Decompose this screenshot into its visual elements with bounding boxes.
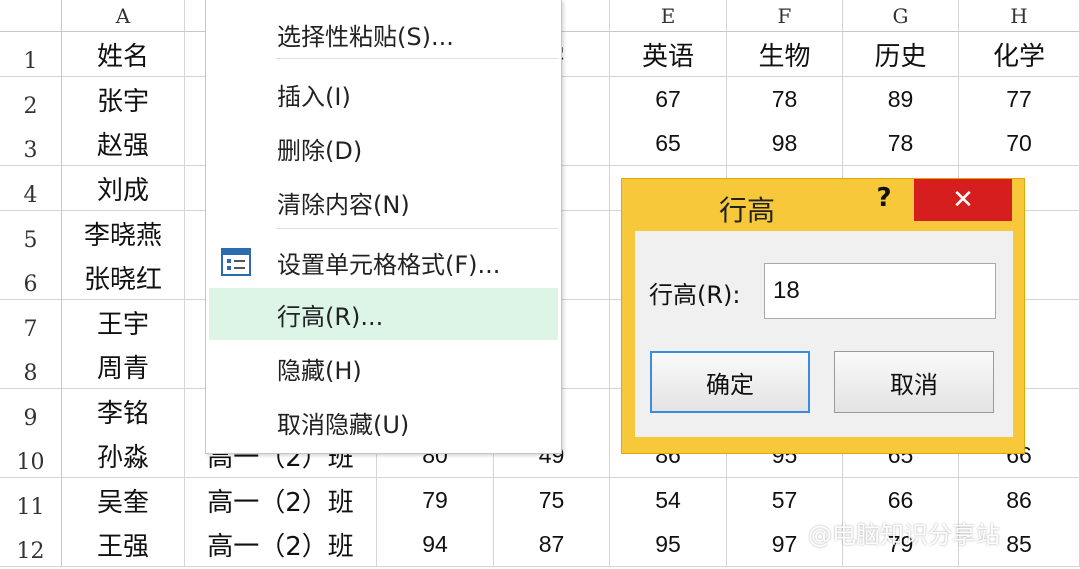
cell-a11[interactable]: 吴奎 [62, 478, 185, 523]
cell-a7[interactable]: 王宇 [62, 300, 185, 345]
menu-item-label: 隐藏(H) [277, 356, 362, 385]
cell-e2[interactable]: 67 [610, 77, 727, 122]
cell-b11[interactable]: 高一（2）班 [185, 478, 377, 523]
row-header-5[interactable]: 5 [0, 211, 62, 256]
menu-separator [276, 228, 558, 229]
menu-item-format-cells[interactable]: 设置单元格格式(F)... [209, 236, 558, 288]
cell-e11[interactable]: 54 [610, 478, 727, 523]
column-header-f[interactable]: F [727, 0, 843, 32]
row-header-6[interactable]: 6 [0, 255, 62, 300]
cell-c12[interactable]: 94 [377, 522, 494, 567]
cell-g1[interactable]: 历史 [843, 32, 959, 77]
cell-d11[interactable]: 75 [494, 478, 610, 523]
context-menu: 选择性粘贴(S)... 插入(I) 删除(D) 清除内容(N) 设置单元格格式(F)..… [205, 0, 562, 454]
cell-h3[interactable]: 70 [959, 121, 1080, 166]
cell-a8[interactable]: 周青 [62, 344, 185, 389]
cell-f2[interactable]: 78 [727, 77, 843, 122]
menu-item-label: 取消隐藏(U) [277, 410, 410, 439]
row-header-11[interactable]: 11 [0, 478, 62, 523]
row-height-dialog: 行高 ? ✕ 行高(R): 确定 取消 [621, 178, 1025, 454]
row-header-9[interactable]: 9 [0, 389, 62, 434]
cell-a3[interactable]: 赵强 [62, 121, 185, 166]
menu-item-label: 设置单元格格式(F)... [277, 250, 501, 279]
menu-item-delete[interactable]: 删除(D) [209, 122, 558, 174]
column-header-g[interactable]: G [843, 0, 959, 32]
cell-a5[interactable]: 李晓燕 [62, 211, 185, 256]
cell-e1[interactable]: 英语 [610, 32, 727, 77]
row-header-3[interactable]: 3 [0, 121, 62, 166]
row-header-7[interactable]: 7 [0, 300, 62, 345]
row-header-12[interactable]: 12 [0, 522, 62, 567]
ok-button[interactable]: 确定 [650, 351, 810, 413]
help-icon[interactable]: ? [869, 183, 899, 217]
menu-item-clear-contents[interactable]: 清除内容(N) [209, 176, 558, 228]
row-header-1[interactable]: 1 [0, 32, 62, 77]
cell-a1[interactable]: 姓名 [62, 32, 185, 77]
dialog-body: 行高(R): 确定 取消 [635, 231, 1013, 437]
menu-item-row-height[interactable]: 行高(R)... [209, 288, 558, 340]
cell-a9[interactable]: 李铭 [62, 389, 185, 434]
close-icon: ✕ [952, 185, 974, 215]
column-header-a[interactable]: A [62, 0, 185, 32]
row-header-10[interactable]: 10 [0, 433, 62, 478]
close-button[interactable]: ✕ [914, 179, 1012, 221]
menu-item-label: 行高(R)... [277, 302, 384, 331]
menu-item-hide[interactable]: 隐藏(H) [209, 342, 558, 394]
menu-item-insert[interactable]: 插入(I) [209, 68, 558, 120]
cancel-button[interactable]: 取消 [834, 351, 994, 413]
cell-b12[interactable]: 高一（2）班 [185, 522, 377, 567]
cell-a4[interactable]: 刘成 [62, 166, 185, 211]
cell-c11[interactable]: 79 [377, 478, 494, 523]
cell-h1[interactable]: 化学 [959, 32, 1080, 77]
menu-item-label: 删除(D) [277, 136, 363, 165]
column-header-h[interactable]: H [959, 0, 1080, 32]
cell-e3[interactable]: 65 [610, 121, 727, 166]
menu-item-unhide[interactable]: 取消隐藏(U) [209, 396, 558, 448]
watermark: @电脑知识分享站 [808, 521, 1000, 549]
dialog-title: 行高 [718, 194, 775, 227]
cell-a2[interactable]: 张宇 [62, 77, 185, 122]
cell-g3[interactable]: 78 [843, 121, 959, 166]
menu-item-label: 选择性粘贴(S)... [277, 22, 454, 51]
menu-item-label: 清除内容(N) [277, 190, 410, 219]
format-cells-icon [221, 248, 251, 276]
row-header-4[interactable]: 4 [0, 166, 62, 211]
cell-f3[interactable]: 98 [727, 121, 843, 166]
row-height-label: 行高(R): [649, 281, 741, 309]
select-all-corner[interactable] [0, 0, 62, 32]
menu-item-label: 插入(I) [277, 82, 351, 111]
cell-a6[interactable]: 张晓红 [62, 255, 185, 300]
cell-e12[interactable]: 95 [610, 522, 727, 567]
cell-h2[interactable]: 77 [959, 77, 1080, 122]
column-header-e[interactable]: E [610, 0, 727, 32]
cell-a10[interactable]: 孙淼 [62, 433, 185, 478]
row-header-2[interactable]: 2 [0, 77, 62, 122]
menu-item-paste-special[interactable]: 选择性粘贴(S)... [209, 8, 558, 60]
cell-g2[interactable]: 89 [843, 77, 959, 122]
cell-a12[interactable]: 王强 [62, 522, 185, 567]
cell-d12[interactable]: 87 [494, 522, 610, 567]
cell-f1[interactable]: 生物 [727, 32, 843, 77]
row-header-8[interactable]: 8 [0, 344, 62, 389]
row-height-input[interactable] [764, 263, 996, 319]
